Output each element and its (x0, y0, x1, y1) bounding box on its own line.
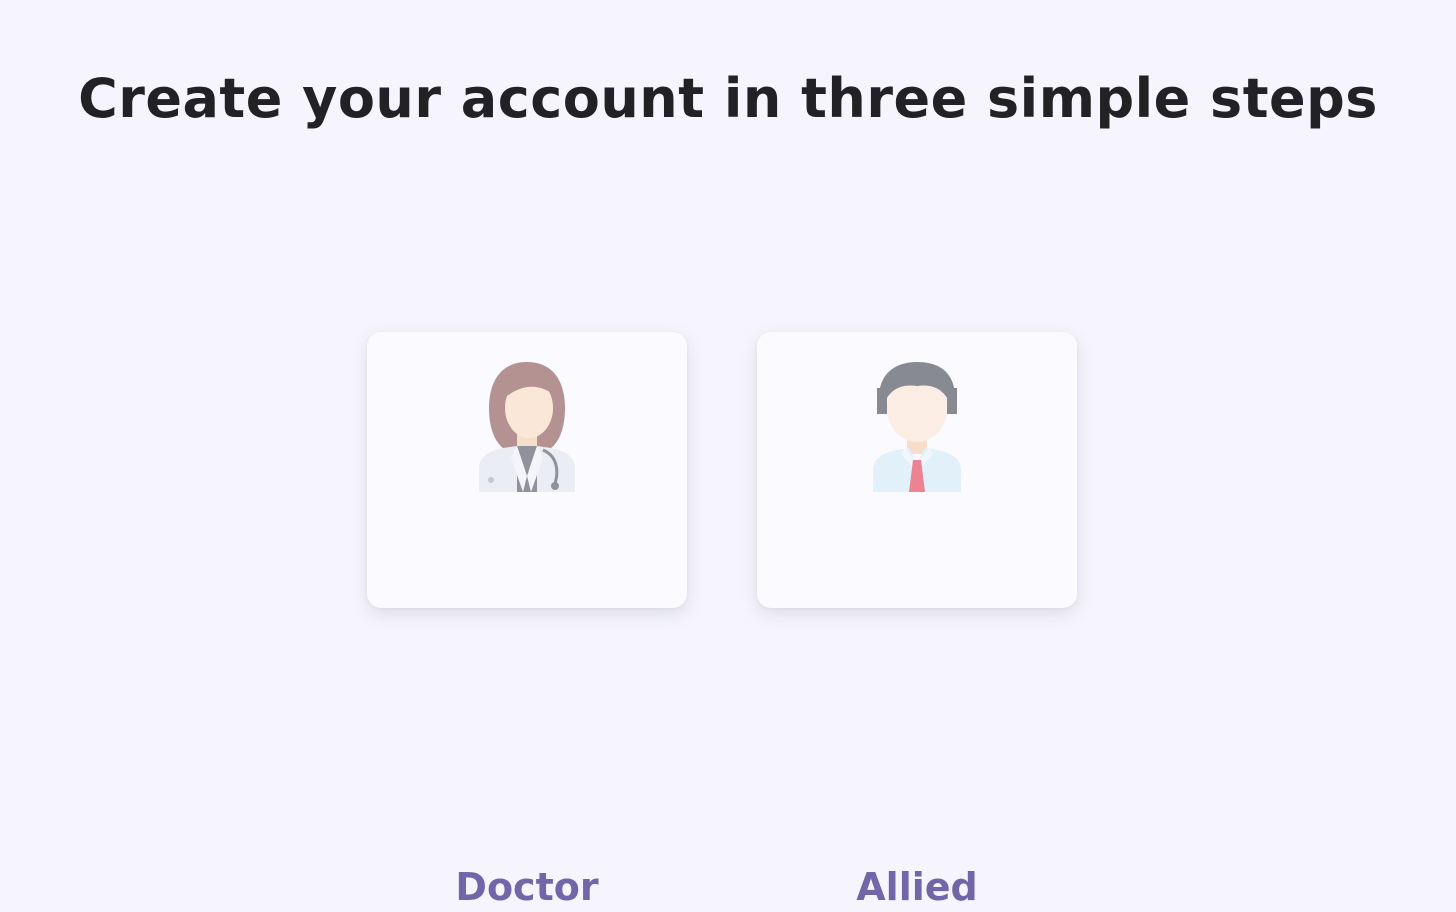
role-label-allied: Allied (856, 865, 978, 909)
male-allied-avatar-icon (857, 358, 977, 492)
page-title: Create your account in three simple step… (78, 67, 1378, 130)
female-doctor-avatar-icon (467, 358, 587, 492)
role-label-doctor: Doctor (455, 865, 599, 909)
role-card-allied[interactable]: Allied (757, 332, 1077, 909)
role-card-doctor[interactable]: Doctor (367, 332, 687, 909)
